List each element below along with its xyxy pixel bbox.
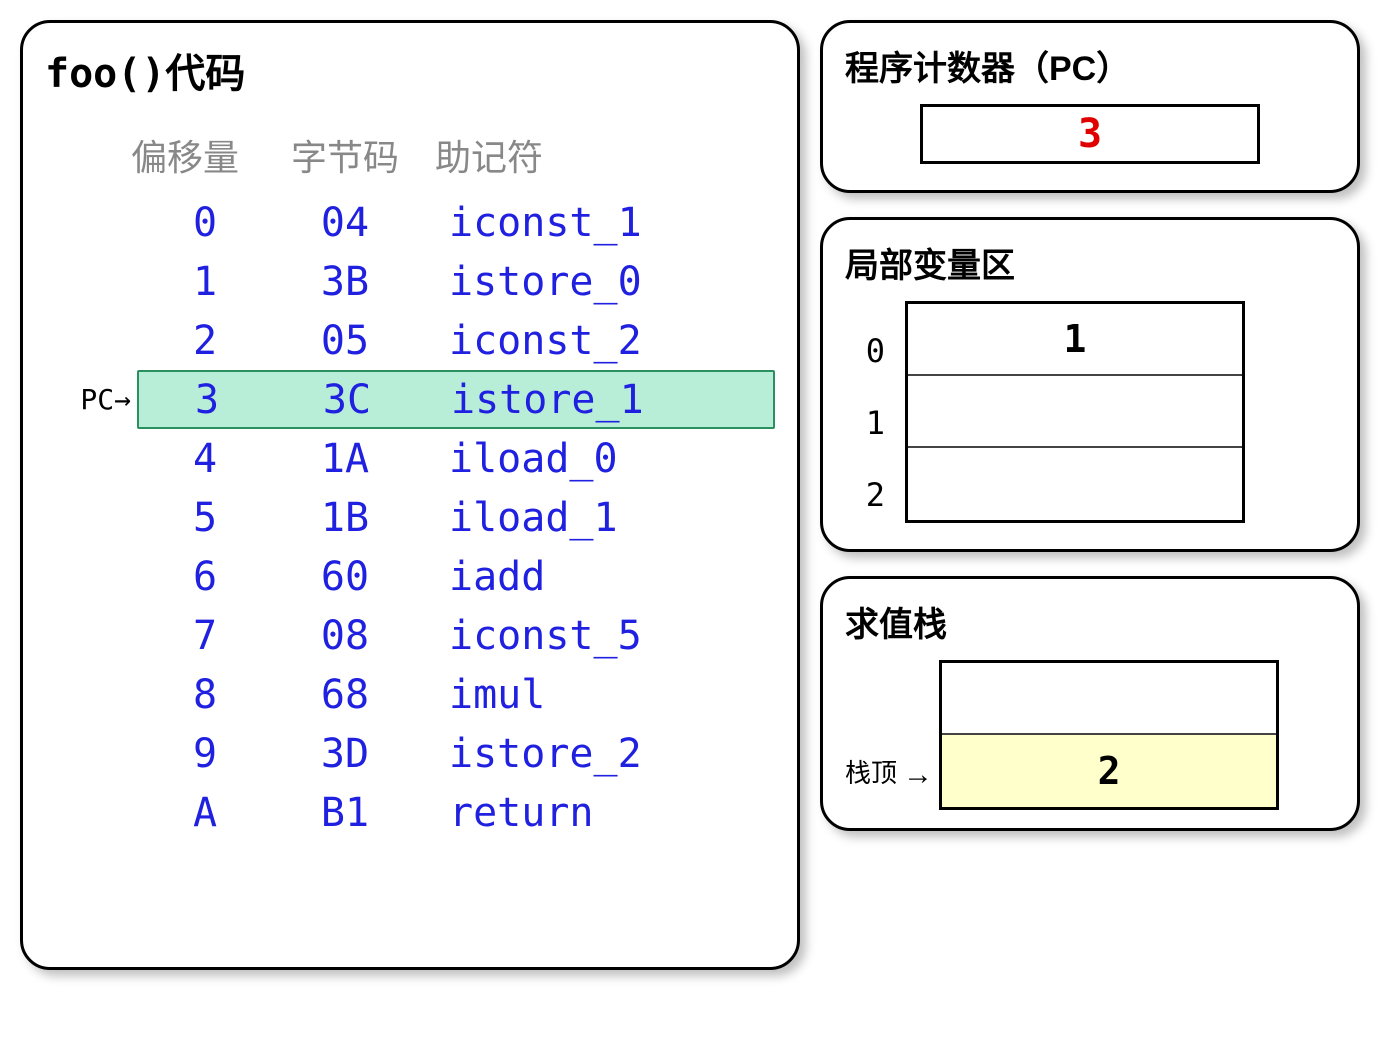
arrow-right-icon: → <box>903 758 933 810</box>
cell-mnemonic: istore_2 <box>425 731 775 777</box>
locals-wrap: 012 1 <box>845 301 1335 531</box>
cell-bytecode: 05 <box>265 318 425 364</box>
locals-slot: 1 <box>908 304 1242 376</box>
code-row: 660iadd <box>45 547 775 606</box>
code-row: 13Bistore_0 <box>45 252 775 311</box>
code-rows: 004iconst_113Bistore_0205iconst_2PC→33Ci… <box>45 193 775 842</box>
cell-mnemonic: iadd <box>425 554 775 600</box>
locals-slot <box>908 448 1242 520</box>
cell-offset: 9 <box>145 731 265 777</box>
cell-offset: A <box>145 790 265 836</box>
cell-mnemonic: imul <box>425 672 775 718</box>
cell-offset: 1 <box>145 259 265 305</box>
right-column: 程序计数器（PC） 3 局部变量区 012 1 求值栈 栈顶 → 2 <box>820 20 1360 831</box>
cell-mnemonic: return <box>425 790 775 836</box>
code-row-cells: 41Aiload_0 <box>137 429 775 488</box>
code-row: 205iconst_2 <box>45 311 775 370</box>
code-row-cells: 868imul <box>137 665 775 724</box>
code-row-cells: 004iconst_1 <box>137 193 775 252</box>
stack-slot: 2 <box>942 735 1276 807</box>
code-row: 51Biload_1 <box>45 488 775 547</box>
cell-mnemonic: iconst_5 <box>425 613 775 659</box>
stack-table: 2 <box>939 660 1279 810</box>
cell-mnemonic: iload_1 <box>425 495 775 541</box>
code-row: AB1return <box>45 783 775 842</box>
locals-slot <box>908 376 1242 448</box>
code-row-cells: 205iconst_2 <box>137 311 775 370</box>
code-row: PC→33Cistore_1 <box>45 370 775 429</box>
cell-mnemonic: iconst_1 <box>425 200 775 246</box>
cell-offset: 3 <box>147 377 267 423</box>
cell-bytecode: 60 <box>265 554 425 600</box>
code-row-cells: 93Distore_2 <box>137 724 775 783</box>
code-row-cells: 660iadd <box>137 547 775 606</box>
code-row: 004iconst_1 <box>45 193 775 252</box>
code-row-cells: 33Cistore_1 <box>137 370 775 429</box>
code-row-cells: 13Bistore_0 <box>137 252 775 311</box>
locals-indices: 012 <box>845 301 885 531</box>
cell-mnemonic: istore_0 <box>425 259 775 305</box>
cell-bytecode: 68 <box>265 672 425 718</box>
cell-offset: 2 <box>145 318 265 364</box>
code-panel-title-cn: 代码 <box>165 52 245 96</box>
cell-bytecode: 1A <box>265 436 425 482</box>
cell-bytecode: 08 <box>265 613 425 659</box>
pc-pointer-cell: PC→ <box>45 383 137 416</box>
stack-panel-title: 求值栈 <box>845 597 1335 646</box>
code-row: 868imul <box>45 665 775 724</box>
cell-mnemonic: iload_0 <box>425 436 775 482</box>
code-panel-title-mono: foo() <box>45 51 165 97</box>
code-row-cells: AB1return <box>137 783 775 842</box>
header-offset: 偏移量 <box>105 129 265 181</box>
code-column-headers: 偏移量 字节码 助记符 <box>105 129 775 181</box>
cell-bytecode: 3C <box>267 377 427 423</box>
locals-table: 1 <box>905 301 1245 523</box>
stack-top-label: 栈顶 <box>845 753 897 810</box>
locals-panel-title: 局部变量区 <box>845 238 1335 287</box>
pc-panel-title: 程序计数器（PC） <box>845 41 1335 90</box>
stack-slot <box>942 663 1276 735</box>
code-row-cells: 708iconst_5 <box>137 606 775 665</box>
cell-bytecode: B1 <box>265 790 425 836</box>
locals-panel: 局部变量区 012 1 <box>820 217 1360 552</box>
locals-index: 0 <box>845 315 885 387</box>
locals-index: 1 <box>845 387 885 459</box>
code-row-cells: 51Biload_1 <box>137 488 775 547</box>
cell-mnemonic: istore_1 <box>427 377 773 423</box>
cell-offset: 6 <box>145 554 265 600</box>
cell-bytecode: 3D <box>265 731 425 777</box>
cell-bytecode: 04 <box>265 200 425 246</box>
locals-index: 2 <box>845 459 885 531</box>
code-panel-title: foo()代码 <box>45 41 775 99</box>
cell-offset: 4 <box>145 436 265 482</box>
pc-value-box: 3 <box>920 104 1260 164</box>
cell-bytecode: 1B <box>265 495 425 541</box>
pc-panel: 程序计数器（PC） 3 <box>820 20 1360 193</box>
cell-offset: 0 <box>145 200 265 246</box>
stack-wrap: 栈顶 → 2 <box>845 660 1335 810</box>
code-row: 708iconst_5 <box>45 606 775 665</box>
cell-bytecode: 3B <box>265 259 425 305</box>
cell-mnemonic: iconst_2 <box>425 318 775 364</box>
cell-offset: 7 <box>145 613 265 659</box>
code-row: 93Distore_2 <box>45 724 775 783</box>
header-bytecode: 字节码 <box>265 129 425 181</box>
diagram-root: foo()代码 偏移量 字节码 助记符 004iconst_113Bistore… <box>20 20 1377 970</box>
code-panel: foo()代码 偏移量 字节码 助记符 004iconst_113Bistore… <box>20 20 800 970</box>
stack-panel: 求值栈 栈顶 → 2 <box>820 576 1360 831</box>
code-row: 41Aiload_0 <box>45 429 775 488</box>
header-mnemonic: 助记符 <box>425 129 775 181</box>
cell-offset: 8 <box>145 672 265 718</box>
cell-offset: 5 <box>145 495 265 541</box>
